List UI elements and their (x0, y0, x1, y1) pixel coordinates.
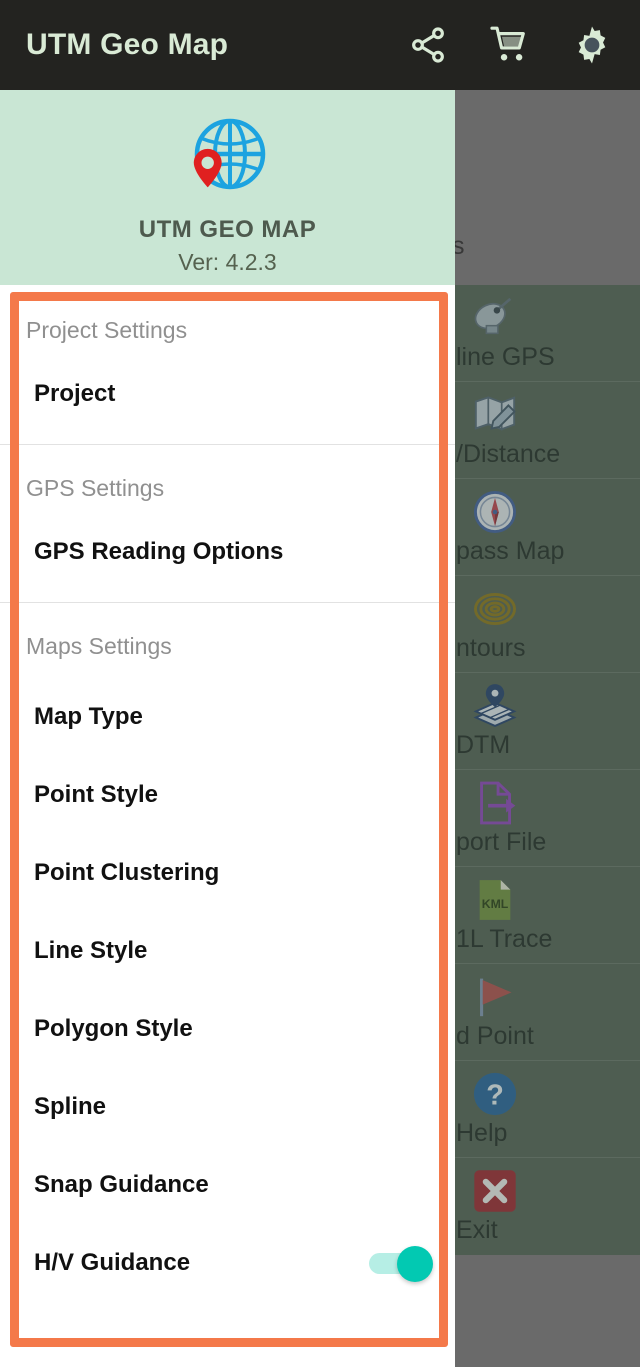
settings-item-label: GPS Reading Options (34, 538, 284, 565)
background-menu-item-label: /Distance (456, 440, 561, 468)
background-menu-item-label: ntours (456, 634, 526, 662)
background-menu-item[interactable]: port File (452, 770, 640, 867)
background-menu-item[interactable]: DTM (452, 673, 640, 770)
export-file-icon (472, 780, 518, 826)
background-menu-item[interactable]: ntours (452, 576, 640, 673)
settings-item-label: Point Style (34, 781, 159, 808)
settings-item-label: Line Style (34, 937, 148, 964)
settings-section: Maps Settings Map Type Point Style Point Cl… (0, 603, 455, 1302)
background-menu-item-label: pass Map (456, 537, 565, 565)
background-menu-item[interactable]: d Point (452, 964, 640, 1061)
settings-section: GPS Settings GPS Reading Options (0, 445, 455, 602)
settings-item-label: Map Type (34, 703, 143, 730)
settings-item-line-style[interactable]: Line Style (0, 912, 455, 990)
settings-list: Project Settings Project GPS Settings GPS R… (0, 285, 455, 1367)
toggle-thumb[interactable] (397, 1246, 433, 1282)
settings-item-label: Project (34, 380, 116, 407)
app-bar: UTM Geo Map (0, 0, 640, 90)
contours-icon (472, 586, 518, 632)
settings-item-map-type[interactable]: Map Type (0, 678, 455, 756)
background-menu-item[interactable]: ? Help (452, 1061, 640, 1158)
app-root: s line GPS/Distance pass Map ntours DTM port… (0, 0, 640, 1367)
background-menu-item-label: port File (456, 828, 547, 856)
app-name-label: UTM GEO MAP (138, 216, 317, 243)
background-menu-item-label: line GPS (456, 343, 555, 371)
section-header: Project Settings (26, 317, 188, 343)
background-menu-item[interactable]: Exit (452, 1158, 640, 1255)
settings-item-point-style[interactable]: Point Style (0, 756, 455, 834)
settings-item-label: Snap Guidance (34, 1171, 209, 1198)
settings-item-label: Point Clustering (34, 859, 220, 886)
background-menu-item[interactable]: KML 1L Trace (452, 867, 640, 964)
background-menu-item-label: DTM (456, 731, 511, 759)
settings-item-point-clustering[interactable]: Point Clustering (0, 834, 455, 912)
settings-item-spline[interactable]: Spline (0, 1068, 455, 1146)
background-menu-item-label: d Point (456, 1022, 534, 1050)
section-header: Maps Settings (26, 633, 172, 659)
help-circle-icon: ? (472, 1071, 518, 1117)
hv-guidance-toggle[interactable] (369, 1246, 433, 1282)
background-menu-item-label: Exit (456, 1216, 498, 1244)
settings-item-label: Spline (34, 1093, 107, 1120)
map-pencil-icon (472, 392, 518, 438)
background-menu-item[interactable]: line GPS (452, 285, 640, 382)
cart-icon[interactable] (488, 23, 532, 67)
kml-file-icon: KML (472, 877, 518, 923)
settings-item-label: H/V Guidance (34, 1249, 191, 1276)
svg-text:KML: KML (482, 897, 509, 911)
red-flag-icon (472, 974, 518, 1020)
background-menu-item[interactable]: pass Map (452, 479, 640, 576)
gear-icon[interactable] (570, 23, 614, 67)
settings-item-h-v-guidance[interactable]: H/V Guidance (0, 1224, 455, 1302)
background-menu-item-label: Help (456, 1119, 508, 1147)
drawer-header: UTM GEO MAP Ver: 4.2.3 (0, 90, 455, 285)
app-bar-title: UTM Geo Map (26, 28, 229, 61)
settings-item-polygon-style[interactable]: Polygon Style (0, 990, 455, 1068)
svg-text:?: ? (486, 1080, 504, 1112)
settings-item-project[interactable]: Project (0, 344, 455, 444)
settings-item-gps-reading-options[interactable]: GPS Reading Options (0, 502, 455, 602)
share-icon[interactable] (406, 23, 450, 67)
dtm-layers-icon (472, 683, 518, 729)
navigation-drawer: UTM GEO MAP Ver: 4.2.3 Project Settings P… (0, 90, 455, 1367)
settings-section: Project Settings Project (0, 285, 455, 444)
background-main-menu: line GPS/Distance pass Map ntours DTM port F… (452, 285, 640, 1255)
app-bar-actions (406, 23, 614, 67)
background-menu-item[interactable]: /Distance (452, 382, 640, 479)
section-header: GPS Settings (26, 475, 165, 501)
globe-pin-icon (182, 112, 274, 204)
settings-item-snap-guidance[interactable]: Snap Guidance (0, 1146, 455, 1224)
exit-close-icon (472, 1168, 518, 1214)
background-menu-item-label: 1L Trace (456, 925, 553, 953)
settings-item-label: Polygon Style (34, 1015, 193, 1042)
app-version-label: Ver: 4.2.3 (178, 249, 277, 275)
satellite-dish-icon (472, 295, 518, 341)
compass-icon (472, 489, 518, 535)
